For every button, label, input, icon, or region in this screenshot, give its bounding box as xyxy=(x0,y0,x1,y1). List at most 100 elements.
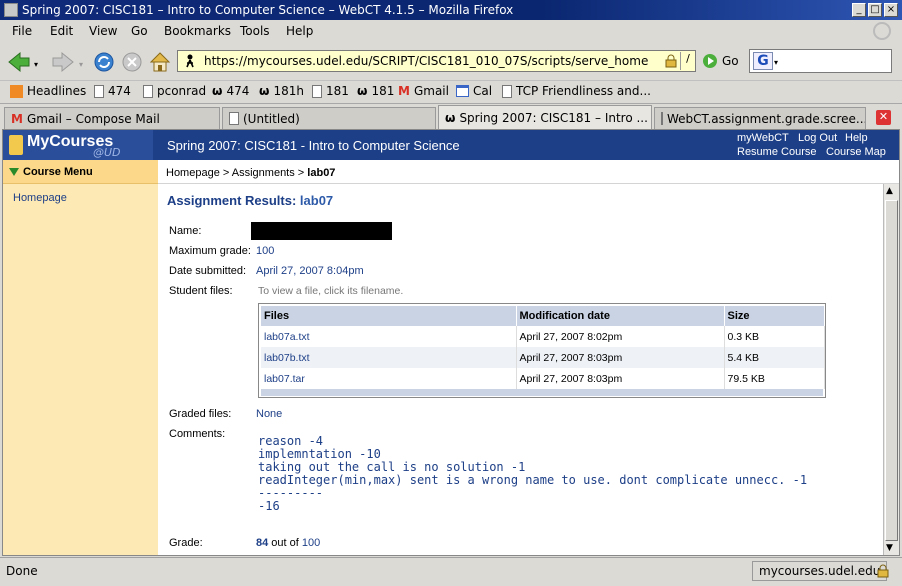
window-menu-icon[interactable] xyxy=(4,3,18,17)
bookmark-cal[interactable]: Cal xyxy=(456,84,492,98)
status-padlock-icon[interactable] xyxy=(876,564,890,578)
course-menu-header[interactable]: Course Menu xyxy=(3,160,158,184)
menu-tools[interactable]: Tools xyxy=(240,24,270,38)
table-row: lab07a.txt April 27, 2007 8:02pm 0.3 KB xyxy=(261,326,825,347)
vertical-scrollbar[interactable]: ▲ ▼ xyxy=(883,184,899,555)
grade-value: 84 xyxy=(256,537,269,549)
reload-icon[interactable] xyxy=(91,50,117,74)
breadcrumb-separator: > xyxy=(294,167,308,179)
student-files-label: Student files: xyxy=(169,285,233,297)
graded-files-label: Graded files: xyxy=(169,408,232,420)
file-link[interactable]: lab07.tar xyxy=(261,368,517,389)
course-menu-label: Course Menu xyxy=(23,166,93,178)
page-icon xyxy=(312,84,322,98)
menu-file[interactable]: File xyxy=(12,24,32,38)
page-icon xyxy=(229,112,239,125)
status-bar: Done mycourses.udel.edu xyxy=(0,557,902,586)
bookmark-pconrad[interactable]: pconrad xyxy=(143,84,206,98)
tab-webct-course[interactable]: ω Spring 2007: CISC181 – Intro ... xyxy=(438,105,652,130)
tab-untitled[interactable]: (Untitled) xyxy=(222,107,436,129)
table-row: lab07b.txt April 27, 2007 8:03pm 5.4 KB xyxy=(261,347,825,368)
file-date: April 27, 2007 8:02pm xyxy=(516,326,725,347)
scroll-up-icon[interactable]: ▲ xyxy=(886,186,893,196)
bookmark-headlines[interactable]: Headlines xyxy=(10,84,86,98)
calendar-icon xyxy=(456,85,469,97)
assignment-results: Assignment Results: lab07 Name: Maximum … xyxy=(158,185,882,555)
bookmark-tcp[interactable]: TCP Friendliness and... xyxy=(502,84,651,98)
file-size: 79.5 KB xyxy=(724,368,825,389)
assignment-name: lab07 xyxy=(299,193,334,208)
course-menu-homepage[interactable]: Homepage xyxy=(13,192,67,204)
padlock-icon[interactable] xyxy=(664,54,678,68)
page-icon xyxy=(94,84,104,98)
column-header-size: Size xyxy=(724,306,825,326)
file-size: 0.3 KB xyxy=(724,326,825,347)
bookmark-181h[interactable]: ω 181h xyxy=(259,84,304,98)
throbber-icon xyxy=(873,22,891,40)
redacted-name xyxy=(251,222,392,240)
breadcrumb-assignments[interactable]: Assignments xyxy=(232,167,295,179)
window-titlebar: Spring 2007: CISC181 – Intro to Computer… xyxy=(0,0,902,20)
menu-edit[interactable]: Edit xyxy=(50,24,73,38)
tab-grade-screen[interactable]: WebCT.assignment.grade.scree... xyxy=(654,107,866,129)
webct-icon: ω xyxy=(259,84,270,98)
resume-course-link[interactable]: Resume Course xyxy=(737,146,816,158)
bookmark-181[interactable]: 181 xyxy=(312,84,349,98)
webct-icon: ω xyxy=(445,111,456,125)
back-icon[interactable] xyxy=(6,50,32,74)
scrollbar-thumb[interactable] xyxy=(885,200,898,541)
menubar: File Edit View Go Bookmarks Tools Help xyxy=(0,20,902,42)
mycourses-logo[interactable]: MyCourses @UD xyxy=(3,130,153,160)
date-submitted-value: April 27, 2007 8:04pm xyxy=(256,265,364,277)
bookmark-474-b[interactable]: ω 474 xyxy=(212,84,249,98)
tab-gmail[interactable]: M Gmail – Compose Mail xyxy=(4,107,220,129)
minimize-icon[interactable]: _ xyxy=(852,3,866,17)
breadcrumb-current: lab07 xyxy=(307,167,336,179)
rss-icon xyxy=(10,84,23,98)
url-text: https://mycourses.udel.edu/SCRIPT/CISC18… xyxy=(204,54,649,68)
back-dropdown-icon[interactable]: ▾ xyxy=(34,60,38,69)
webct-header: MyCourses @UD Spring 2007: CISC181 - Int… xyxy=(3,130,899,160)
logo-sub: @UD xyxy=(93,146,121,159)
file-link[interactable]: lab07b.txt xyxy=(261,347,517,368)
grade-label: Grade: xyxy=(169,537,203,549)
bookmarks-toolbar: Headlines 474 pconrad ω 474 ω 181h 181 ω 18… xyxy=(0,80,902,102)
bookmark-181-b[interactable]: ω 181 xyxy=(357,84,394,98)
forward-dropdown-icon[interactable]: ▾ xyxy=(79,60,83,69)
course-map-link[interactable]: Course Map xyxy=(826,146,886,158)
search-input[interactable]: G ▾ xyxy=(749,49,892,73)
gmail-icon: M xyxy=(11,111,23,126)
bookmark-474[interactable]: 474 xyxy=(94,84,131,98)
tab-bar: M Gmail – Compose Mail (Untitled) ω Spring… xyxy=(0,103,902,130)
status-text: Done xyxy=(6,564,38,578)
table-row: lab07.tar April 27, 2007 8:03pm 79.5 KB xyxy=(261,368,825,389)
scroll-down-icon[interactable]: ▼ xyxy=(886,543,893,553)
course-menu-panel: Course Menu Homepage xyxy=(3,160,158,555)
url-dropdown-icon[interactable]: / xyxy=(680,52,695,70)
file-link[interactable]: lab07a.txt xyxy=(261,326,517,347)
breadcrumb-homepage[interactable]: Homepage xyxy=(166,167,220,179)
bookmark-gmail[interactable]: M Gmail xyxy=(398,84,449,98)
forward-icon[interactable] xyxy=(50,50,76,74)
url-field[interactable]: https://mycourses.udel.edu/SCRIPT/CISC18… xyxy=(177,50,696,72)
search-engine-icon[interactable]: G xyxy=(753,52,773,70)
logout-link[interactable]: Log Out xyxy=(798,132,837,144)
search-engine-dropdown-icon[interactable]: ▾ xyxy=(774,58,778,67)
home-icon[interactable] xyxy=(147,50,173,74)
close-window-icon[interactable]: × xyxy=(884,3,898,17)
mywebct-link[interactable]: myWebCT xyxy=(737,132,789,144)
menu-bookmarks[interactable]: Bookmarks xyxy=(164,24,231,38)
page-icon xyxy=(143,84,153,98)
menu-view[interactable]: View xyxy=(89,24,117,38)
stop-icon[interactable] xyxy=(119,50,145,74)
grade-out-of: out of xyxy=(268,537,302,549)
menu-go[interactable]: Go xyxy=(131,24,148,38)
menu-help[interactable]: Help xyxy=(286,24,313,38)
column-header-files: Files xyxy=(261,306,517,326)
help-link[interactable]: Help xyxy=(845,132,868,144)
go-button[interactable]: Go xyxy=(702,52,744,70)
close-tab-icon[interactable]: ✕ xyxy=(876,110,891,125)
status-domain: mycourses.udel.edu xyxy=(752,561,888,581)
maximize-icon[interactable]: □ xyxy=(868,3,882,17)
shield-icon xyxy=(9,135,23,155)
